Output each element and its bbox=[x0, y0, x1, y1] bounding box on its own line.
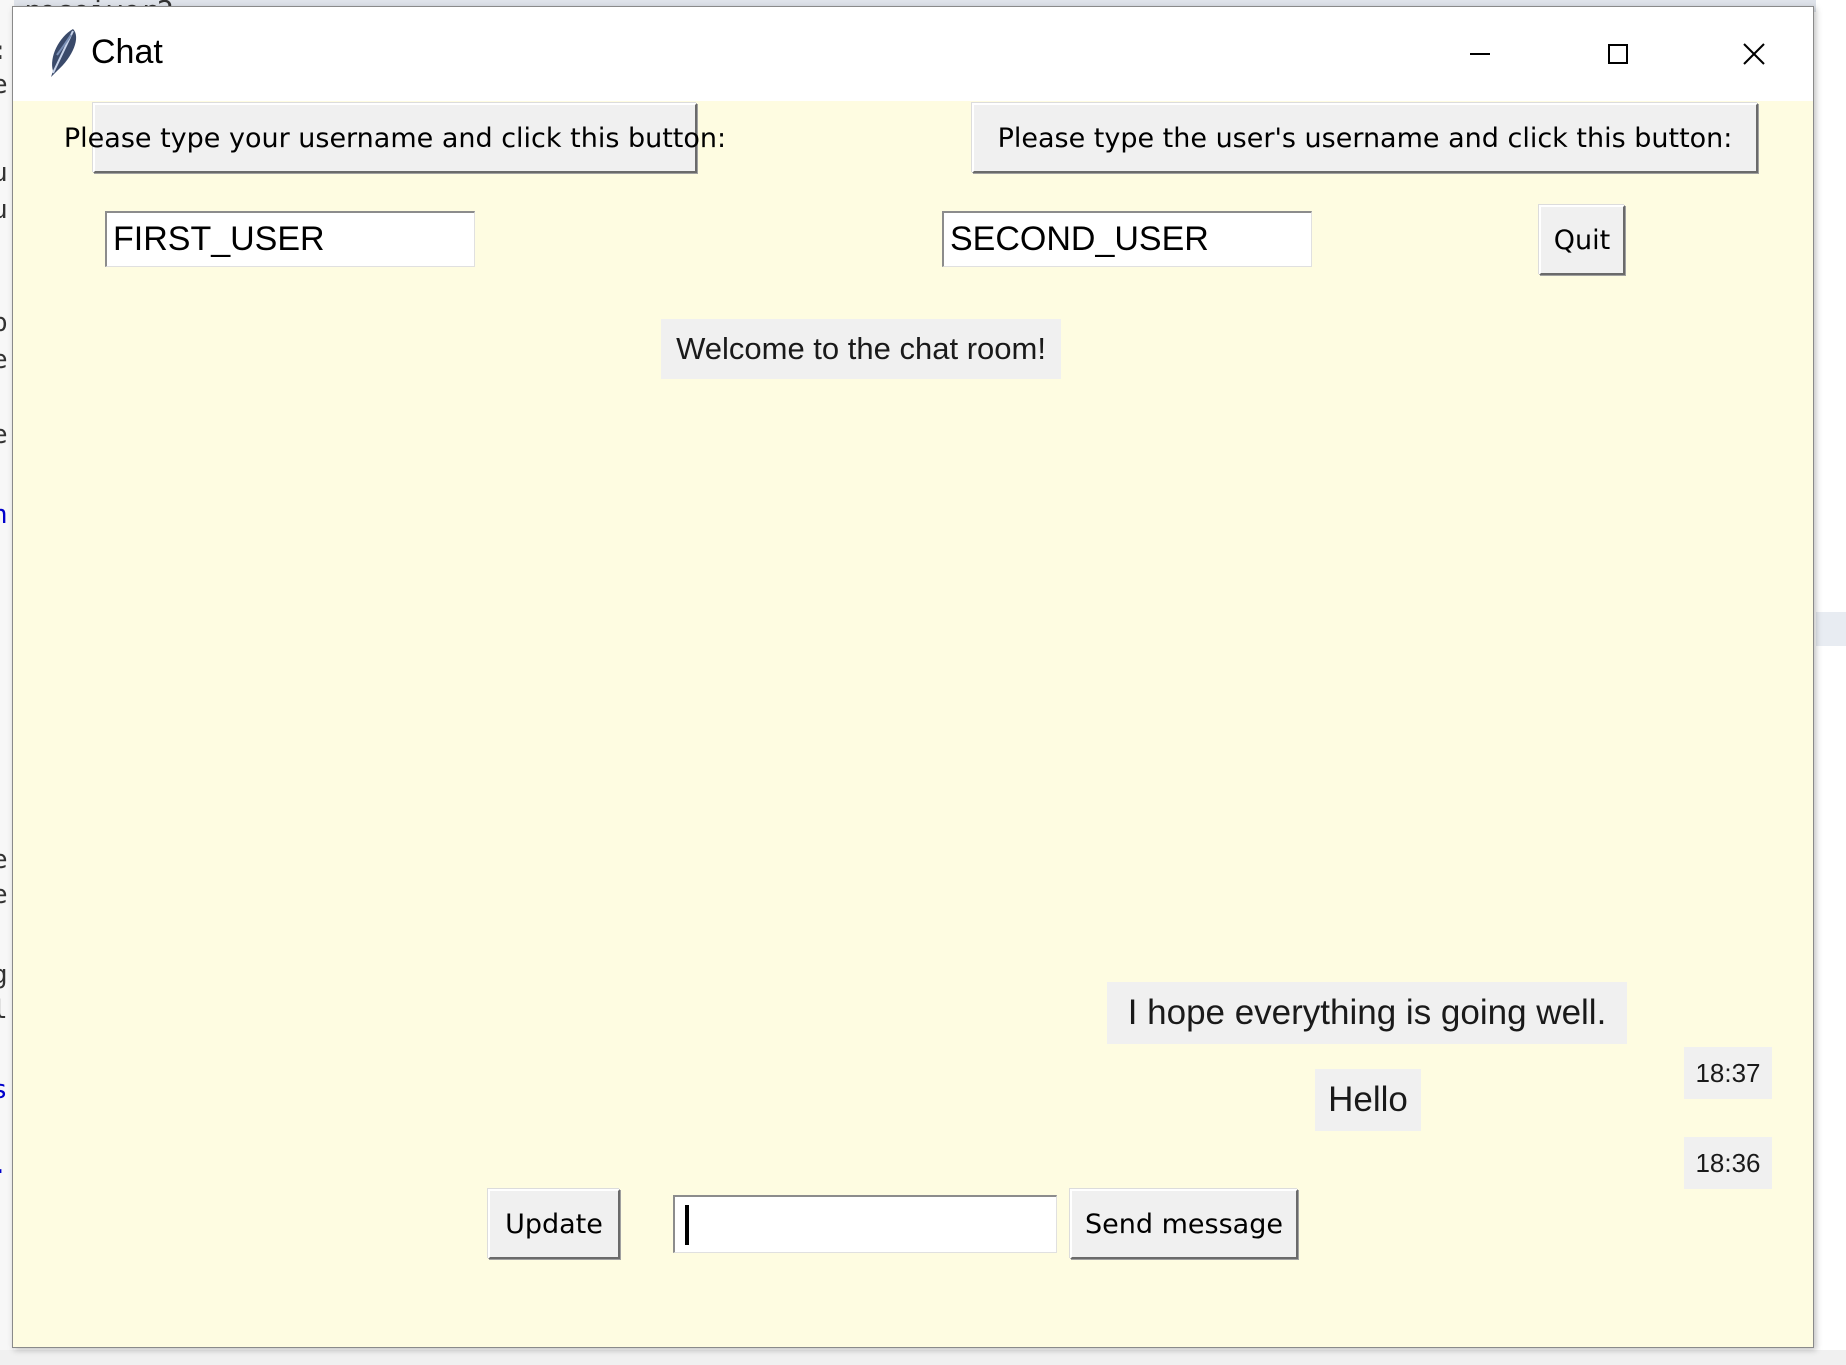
message-timestamp: 18:37 bbox=[1684, 1047, 1772, 1099]
update-button[interactable]: Update bbox=[488, 1189, 620, 1259]
minimize-button[interactable] bbox=[1411, 7, 1549, 101]
quit-button[interactable]: Quit bbox=[1539, 205, 1625, 275]
chat-window: Chat Please type your username and click… bbox=[12, 6, 1814, 1348]
message-timestamp: 18:36 bbox=[1684, 1137, 1772, 1189]
target-username-input-value: SECOND_USER bbox=[950, 220, 1209, 258]
close-button[interactable] bbox=[1685, 7, 1823, 101]
welcome-label: Welcome to the chat room! bbox=[661, 319, 1061, 379]
minimize-icon bbox=[1470, 53, 1490, 55]
maximize-button[interactable] bbox=[1549, 7, 1687, 101]
message-input[interactable] bbox=[673, 1195, 1057, 1253]
background-editor-right bbox=[1816, 0, 1846, 1365]
send-message-button[interactable]: Send message bbox=[1070, 1189, 1298, 1259]
message-bubble: I hope everything is going well. bbox=[1107, 982, 1627, 1044]
username-input[interactable]: FIRST_USER bbox=[105, 211, 475, 267]
text-cursor bbox=[685, 1204, 689, 1245]
username-input-value: FIRST_USER bbox=[113, 220, 325, 258]
set-target-user-button[interactable]: Please type the user's username and clic… bbox=[972, 103, 1758, 173]
background-bottom bbox=[0, 1350, 1846, 1365]
maximize-icon bbox=[1608, 44, 1628, 64]
window-title: Chat bbox=[91, 33, 163, 71]
title-bar[interactable]: Chat bbox=[13, 7, 1813, 101]
target-username-input[interactable]: SECOND_USER bbox=[942, 211, 1312, 267]
set-username-button[interactable]: Please type your username and click this… bbox=[64, 103, 726, 173]
message-bubble: Hello bbox=[1315, 1069, 1421, 1131]
background-editor-highlight bbox=[1816, 612, 1846, 646]
close-icon bbox=[1743, 43, 1765, 65]
feather-icon bbox=[51, 29, 77, 77]
